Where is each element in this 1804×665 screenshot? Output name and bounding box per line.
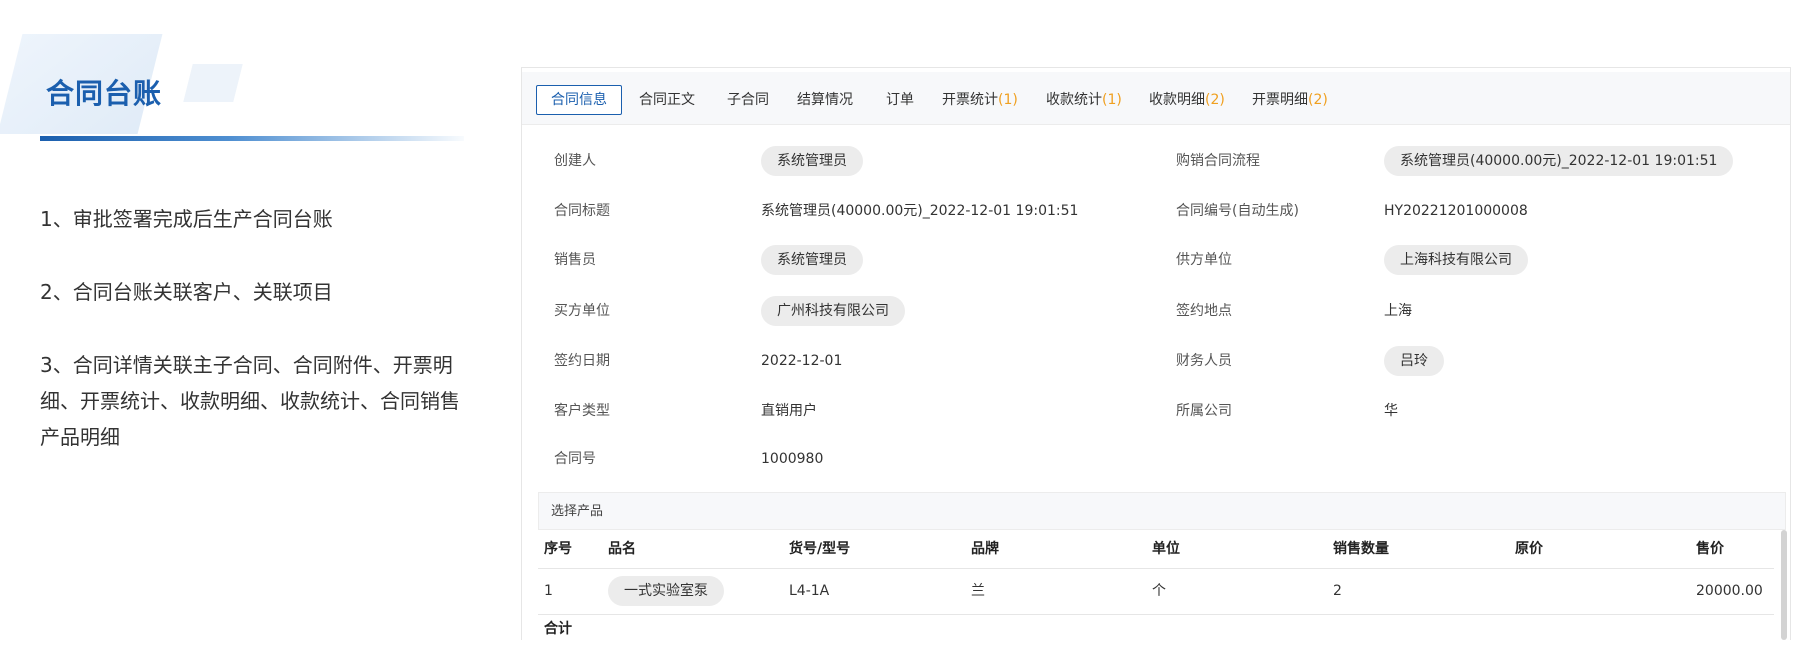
bullet-3: 3、合同详情关联主子合同、合同附件、开票明细、开票统计、收款明细、收款统计、合同…	[40, 353, 460, 449]
table-row[interactable]: 1 一式实验室泵 L4-1A 兰 个 2 20000.00	[538, 568, 1774, 615]
vertical-scrollbar[interactable]	[1781, 530, 1787, 640]
value-creator[interactable]: 系统管理员	[761, 146, 863, 176]
col-index: 序号	[544, 541, 572, 557]
row-number: 合同号 1000980	[522, 444, 1790, 474]
label-finance: 财务人员	[1176, 353, 1232, 369]
cell-brand: 兰	[971, 583, 985, 599]
label-title: 合同标题	[554, 203, 610, 219]
label-code: 合同编号(自动生成)	[1176, 203, 1299, 219]
label-sales: 销售员	[554, 252, 596, 268]
value-sales[interactable]: 系统管理员	[761, 245, 863, 275]
value-date: 2022-12-01	[761, 353, 843, 369]
label-place: 签约地点	[1176, 303, 1232, 319]
value-finance[interactable]: 吕玲	[1384, 346, 1444, 376]
col-brand: 品牌	[971, 541, 999, 557]
value-code: HY20221201000008	[1384, 203, 1528, 219]
total-label: 合计	[544, 621, 572, 637]
row-sales: 销售员 系统管理员 供方单位 上海科技有限公司	[522, 245, 1790, 275]
tab-bar: 合同信息 合同正文 子合同 结算情况 订单 开票统计(1) 收款统计(1) 收款…	[522, 72, 1790, 125]
value-buyer[interactable]: 广州科技有限公司	[761, 296, 905, 326]
slide-title: 合同台账	[46, 77, 163, 110]
value-place: 上海	[1384, 303, 1412, 319]
value-customer-type: 直销用户	[761, 403, 817, 419]
tab-sub-contract[interactable]: 子合同	[727, 86, 769, 114]
value-supplier[interactable]: 上海科技有限公司	[1384, 245, 1528, 275]
products-section-header: 选择产品	[538, 492, 1786, 530]
tab-invoice-details[interactable]: 开票明细(2)	[1252, 86, 1328, 114]
label-creator: 创建人	[554, 153, 596, 169]
col-model: 货号/型号	[789, 541, 851, 557]
value-flow[interactable]: 系统管理员(40000.00元)_2022-12-01 19:01:51	[1384, 146, 1734, 176]
contract-detail-panel: 合同信息 合同正文 子合同 结算情况 订单 开票统计(1) 收款统计(1) 收款…	[521, 67, 1791, 640]
tab-settlement[interactable]: 结算情况	[797, 86, 853, 114]
cell-unit: 个	[1152, 583, 1166, 599]
tab-contract-info[interactable]: 合同信息	[536, 85, 622, 115]
bullet-2: 2、合同台账关联客户、关联项目	[40, 280, 333, 304]
tab-invoice-stats[interactable]: 开票统计(1)	[942, 86, 1018, 114]
bullet-1: 1、审批签署完成后生产合同台账	[40, 207, 333, 231]
label-customer-type: 客户类型	[554, 403, 610, 419]
tab-orders[interactable]: 订单	[886, 86, 914, 114]
label-company: 所属公司	[1176, 403, 1232, 419]
label-flow: 购销合同流程	[1176, 153, 1260, 169]
cell-index: 1	[544, 583, 553, 599]
row-buyer: 买方单位 广州科技有限公司 签约地点 上海	[522, 296, 1790, 326]
row-title: 合同标题 系统管理员(40000.00元)_2022-12-01 19:01:5…	[522, 196, 1790, 226]
row-date: 签约日期 2022-12-01 财务人员 吕玲	[522, 346, 1790, 376]
cell-model: L4-1A	[789, 583, 830, 599]
value-title: 系统管理员(40000.00元)_2022-12-01 19:01:51	[761, 203, 1079, 219]
products-table-header: 序号 品名 货号/型号 品牌 单位 销售数量 原价 售价	[538, 530, 1774, 569]
col-unit: 单位	[1152, 541, 1180, 557]
col-name: 品名	[608, 541, 636, 557]
value-company: 华	[1384, 403, 1398, 419]
decor-parallelogram-small	[183, 64, 243, 102]
tab-payment-stats[interactable]: 收款统计(1)	[1046, 86, 1122, 114]
tab-payment-details[interactable]: 收款明细(2)	[1149, 86, 1225, 114]
title-underline	[40, 136, 464, 141]
label-contract-number: 合同号	[554, 451, 596, 467]
row-creator: 创建人 系统管理员 购销合同流程 系统管理员(40000.00元)_2022-1…	[522, 146, 1790, 176]
label-buyer: 买方单位	[554, 303, 610, 319]
value-contract-number: 1000980	[761, 451, 824, 467]
cell-sale-price: 20000.00	[1696, 583, 1763, 599]
table-total-row: 合计	[538, 614, 1774, 640]
cell-product-name[interactable]: 一式实验室泵	[608, 576, 724, 606]
label-date: 签约日期	[554, 353, 610, 369]
cell-quantity: 2	[1333, 583, 1342, 599]
col-sale-price: 售价	[1696, 541, 1724, 557]
label-supplier: 供方单位	[1176, 252, 1232, 268]
col-quantity: 销售数量	[1333, 541, 1389, 557]
row-ctype: 客户类型 直销用户 所属公司 华	[522, 396, 1790, 426]
col-original-price: 原价	[1515, 541, 1543, 557]
tab-contract-text[interactable]: 合同正文	[639, 86, 695, 114]
